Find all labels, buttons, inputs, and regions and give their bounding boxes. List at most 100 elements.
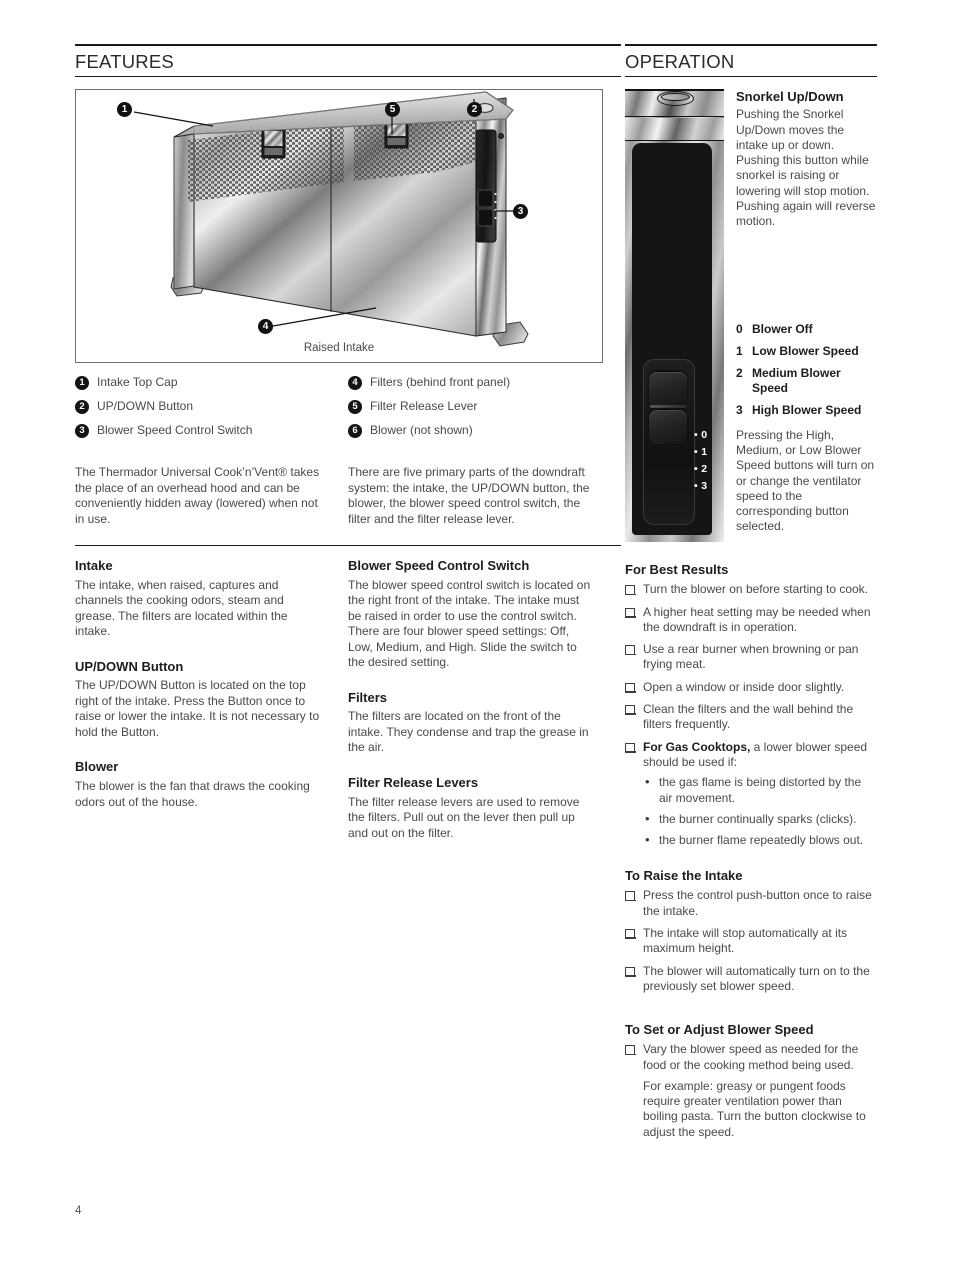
topic-heading: Filters [348,689,388,705]
snorkel-button-icon [657,90,694,106]
topic-blower: Blower The blower is the fan that draws … [75,759,320,810]
checkbox-icon [624,966,636,977]
legend-label: Blower Speed Control Switch [97,423,253,438]
speed-legend-label: Low Blower Speed [752,343,859,358]
checkbox-icon [624,1045,636,1056]
speed-legend-number: 0 [736,321,743,336]
blower-speed-legend: 0 Blower Off 1 Low Blower Speed 2 Medium… [736,322,877,535]
sub-list-item: the burner flame repeatedly blows out. [643,832,877,848]
list-item-text: The intake will stop automatically at it… [643,926,848,956]
topic-heading: Intake [75,558,113,574]
list-item: Open a window or inside door slightly. [624,680,877,695]
legend-number: 1 [75,376,89,391]
list-item: Vary the blower speed as needed for the … [624,1042,877,1140]
list-item: Clean the filters and the wall behind th… [624,702,877,733]
list-item-text: Press the control push-button once to ra… [643,888,872,918]
legend-item: 2 UP/DOWN Button [75,399,348,415]
best-results-list: Turn the blower on before starting to co… [624,582,877,848]
legend-item: 1 Intake Top Cap [75,375,348,391]
adjust-blower-speed-section: To Set or Adjust Blower Speed Vary the b… [624,1022,877,1140]
speed-mark-1: • 1 [694,446,708,459]
legend-label: Intake Top Cap [97,375,178,390]
rocker-button-up[interactable] [649,372,687,407]
checkbox-icon [624,891,636,902]
topic-filter-release-levers: Filter Release Levers The filter release… [348,775,593,841]
gas-cooktops-sublist: the gas flame is being distorted by the … [643,774,877,848]
snorkel-body: Pushing the Snorkel Up/Down moves the in… [736,107,876,229]
topic-filters: Filters The filters are located on the f… [348,690,593,756]
adjust-speed-list: Vary the blower speed as needed for the … [624,1042,877,1140]
topics-column-right: Blower Speed Control Switch The blower s… [348,558,621,860]
rocker-button-down[interactable] [649,410,687,445]
speed-mark-0: • 0 [694,429,708,442]
speed-legend-item: 1 Low Blower Speed [736,344,877,359]
raise-intake-list: Press the control push-button once to ra… [624,888,877,995]
topic-body: The UP/DOWN Button is located on the top… [75,678,320,739]
checkbox-icon [624,645,636,656]
figure-caption: Raised Intake [303,342,375,355]
gas-cooktops-strong: For Gas Cooktops, [643,739,751,754]
adjust-speed-continuation: For example: greasy or pungent foods req… [643,1078,866,1139]
legend-number: 2 [75,400,89,415]
topic-body: The blower speed control switch is locat… [348,577,591,670]
snorkel-heading: Snorkel Up/Down [736,89,844,105]
intro-text-left: The Thermador Universal Cook’n’Vent® tak… [75,465,320,526]
speed-legend-number: 3 [736,402,743,417]
topic-heading: Filter Release Levers [348,774,479,790]
list-item: Turn the blower on before starting to co… [624,582,877,597]
legend-column-left: 1 Intake Top Cap 2 UP/DOWN Button 3 Blow… [75,375,348,447]
legend-item: 5 Filter Release Lever [348,399,621,415]
legend-label: Blower (not shown) [370,423,473,438]
features-topics: Intake The intake, when raised, captures… [75,558,621,860]
speed-legend-item: 2 Medium Blower Speed [736,366,877,396]
intro-paragraphs: The Thermador Universal Cook’n’Vent® tak… [75,465,621,527]
checkbox-icon [624,585,636,596]
adjust-speed-heading: To Set or Adjust Blower Speed [625,1022,814,1038]
list-item-text: A higher heat setting may be needed when… [643,604,871,634]
control-panel-face: • 0 • 1 • 2 • 3 [632,143,712,536]
list-item: The intake will stop automatically at it… [624,926,877,957]
sub-list-item: the burner continually sparks (clicks). [643,811,877,827]
page-number: 4 [75,1205,82,1217]
sub-list-item: the gas flame is being distorted by the … [643,774,877,806]
speed-note: Pressing the High, Medium, or Low Blower… [736,427,875,534]
list-item-text: Vary the blower speed as needed for the … [643,1042,859,1072]
rocker-divider [650,405,686,409]
operation-title: OPERATION [625,51,735,72]
legend-item: 6 Blower (not shown) [348,423,621,439]
list-item: The blower will automatically turn on to… [624,963,877,995]
speed-legend-item: 0 Blower Off [736,322,877,337]
for-best-results-section: For Best Results Turn the blower on befo… [624,562,877,848]
best-results-heading: For Best Results [625,562,729,578]
speed-legend-number: 2 [736,365,743,380]
speed-mark-3: • 3 [694,480,708,493]
list-item-text: Use a rear burner when browning or pan f… [643,642,859,672]
legend-label: Filter Release Lever [370,399,478,414]
topic-blower-speed-control-switch: Blower Speed Control Switch The blower s… [348,558,593,671]
list-item-text: Clean the filters and the wall behind th… [643,702,854,732]
device-second-band [625,117,724,141]
to-raise-intake-section: To Raise the Intake Press the control pu… [624,868,877,995]
section-divider [75,545,621,547]
operation-top-row: • 0 • 1 • 2 • 3 Snorkel Up/Down Pushing … [625,89,877,543]
checkbox-icon [624,705,636,716]
checkbox-icon [624,929,636,940]
product-diagram-figure: 1 5 2 3 4 Raised Intake [75,89,603,364]
legend-number: 5 [348,400,362,415]
intro-right: There are five primary parts of the down… [348,465,621,527]
speed-legend-item: 3 High Blower Speed [736,403,877,418]
topic-body: The filter release levers are used to re… [348,794,580,840]
raised-intake-illustration [133,91,529,347]
legend-number: 6 [348,424,362,439]
list-item: A higher heat setting may be needed when… [624,604,877,636]
speed-legend-label: Medium Blower Speed [752,365,841,395]
raise-intake-heading: To Raise the Intake [625,868,743,884]
topic-up-down-button: UP/DOWN Button The UP/DOWN Button is loc… [75,659,320,741]
legend-item: 3 Blower Speed Control Switch [75,423,348,439]
list-item-text: The blower will automatically turn on to… [643,963,870,993]
operation-text-block: Snorkel Up/Down Pushing the Snorkel Up/D… [724,89,877,534]
speed-mark-2: • 2 [694,463,708,476]
checkbox-icon [624,682,636,693]
figure-legend: 1 Intake Top Cap 2 UP/DOWN Button 3 Blow… [75,375,621,447]
topic-heading: Blower Speed Control Switch [348,558,530,574]
